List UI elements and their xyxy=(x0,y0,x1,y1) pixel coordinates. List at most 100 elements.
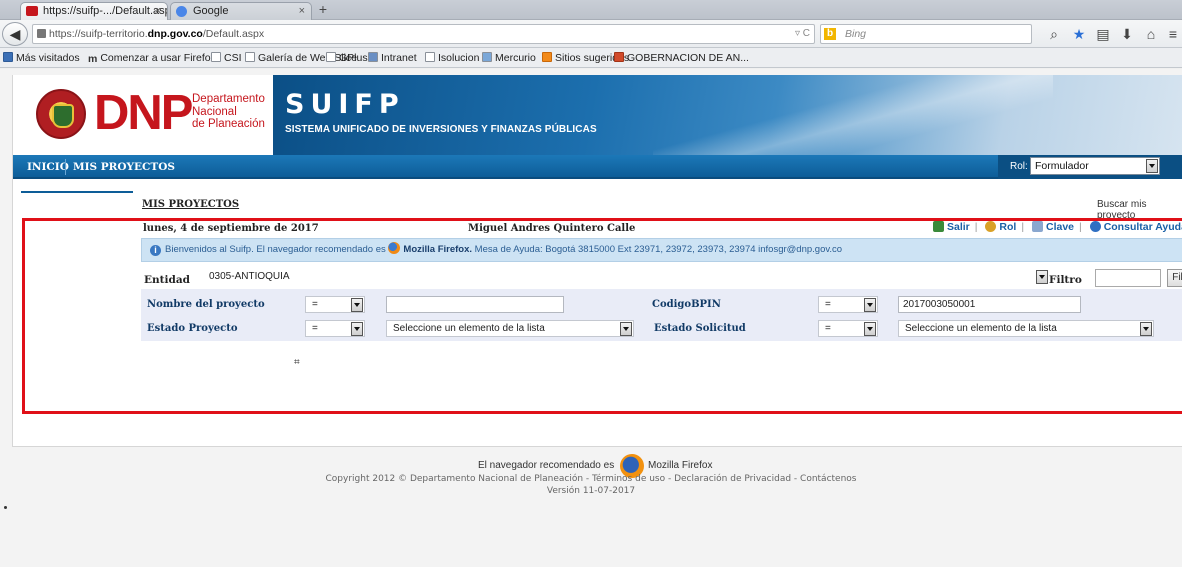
page-icon xyxy=(326,52,336,62)
bookmark-isolucion[interactable]: Isolucion xyxy=(425,48,479,67)
chevron-down-icon[interactable] xyxy=(351,298,363,312)
user-role-icon xyxy=(985,221,997,232)
download-icon[interactable]: ⬇ xyxy=(1118,25,1136,43)
clave-link[interactable]: Clave xyxy=(1046,221,1074,233)
user-name: Miguel Andres Quintero Calle xyxy=(468,223,636,234)
back-button[interactable]: ◀ xyxy=(2,22,28,46)
chevron-down-icon[interactable] xyxy=(864,322,876,336)
bing-icon: b xyxy=(824,28,836,40)
chevron-down-icon[interactable] xyxy=(1036,270,1048,284)
copyright-text[interactable]: Copyright 2012 © Departamento Nacional d… xyxy=(0,474,1182,484)
notice-prefix: Bienvenidos al Suifp. El navegador recom… xyxy=(165,244,386,255)
colombia-seal-icon xyxy=(36,89,86,139)
exit-icon xyxy=(933,221,944,232)
filtrar-button[interactable]: Filtrar xyxy=(1167,269,1182,287)
tab-title: Google xyxy=(193,5,229,17)
nombre-proyecto-label: Nombre del proyecto xyxy=(147,299,265,310)
tab-close-icon[interactable]: × xyxy=(155,3,161,19)
dnp-logo-subtitle: Departamento Nacional de Planeación xyxy=(192,93,265,130)
tab-close-icon[interactable]: × xyxy=(299,3,305,19)
google-favicon-icon xyxy=(176,6,187,17)
app-header: DNP Departamento Nacional de Planeación … xyxy=(13,75,1182,155)
estado-solicitud-label: Estado Solicitud xyxy=(654,323,746,334)
chevron-down-icon[interactable] xyxy=(351,322,363,336)
new-tab-button[interactable]: + xyxy=(313,1,333,19)
mercurio-icon xyxy=(482,52,492,62)
filtro-input[interactable] xyxy=(1095,269,1161,287)
salir-link[interactable]: Salir xyxy=(947,221,970,233)
help-icon xyxy=(1089,221,1101,232)
codigo-operator-select[interactable]: = xyxy=(818,296,878,313)
chevron-down-icon[interactable] xyxy=(1146,159,1158,173)
dnp-favicon-icon xyxy=(26,6,38,16)
bookmarks-icon xyxy=(3,52,13,62)
nombre-operator-select[interactable]: = xyxy=(305,296,365,313)
menu-mis-proyectos[interactable]: MIS PROYECTOS xyxy=(73,155,175,179)
rol-link[interactable]: Rol xyxy=(999,221,1016,233)
app-title: SUIFP xyxy=(285,89,405,120)
chevron-down-icon[interactable] xyxy=(864,298,876,312)
rol-select[interactable]: Formulador xyxy=(1030,157,1160,175)
url-suffix: /Default.aspx xyxy=(202,28,265,40)
bookmark-gobernacion[interactable]: GOBERNACION DE AN... xyxy=(614,48,749,67)
tab-suifp[interactable]: https://suifp-.../Default.aspx × xyxy=(20,2,168,20)
solicitud-operator-select[interactable]: = xyxy=(818,320,878,337)
bookmark-comenzar[interactable]: m Comenzar a usar Firefox xyxy=(88,48,216,67)
magnifier-icon[interactable]: ⌕ xyxy=(1045,25,1063,43)
rol-label: Rol: xyxy=(1010,161,1028,172)
suifp-banner: SUIFP SISTEMA UNIFICADO DE INVERSIONES Y… xyxy=(273,75,1182,155)
estado-proyecto-select[interactable]: Seleccione un elemento de la lista xyxy=(386,320,634,337)
version-text: Versión 11-07-2017 xyxy=(546,486,636,496)
binoculars-icon[interactable]: ⌗ xyxy=(294,357,306,368)
tab-google[interactable]: Google × xyxy=(170,2,312,20)
notice-browser: Mozilla Firefox. xyxy=(403,244,473,255)
menu-inicio[interactable]: INICIO xyxy=(27,155,69,179)
codigo-bpin-label: CodigoBPIN xyxy=(652,299,721,310)
dnp-logo: DNP Departamento Nacional de Planeación xyxy=(30,86,280,147)
codigo-bpin-input[interactable]: 2017003050001 xyxy=(898,296,1081,313)
tab-title: https://suifp-.../Default.aspx xyxy=(43,5,168,17)
bookmark-gplus[interactable]: GPlus xyxy=(326,48,368,67)
chevron-down-icon[interactable] xyxy=(1140,322,1152,336)
footer-browser-name: Mozilla Firefox xyxy=(648,460,713,471)
url-bar[interactable]: https://suifp-territorio.dnp.gov.co/Defa… xyxy=(32,24,815,44)
buscar-mis-proyectos-link[interactable]: Buscar mis proyecto xyxy=(1097,199,1182,221)
bookmark-intranet[interactable]: Intranet xyxy=(368,48,417,67)
page-icon xyxy=(245,52,255,62)
bookmark-star-icon[interactable]: ★ xyxy=(1070,25,1088,43)
firefox-m-icon: m xyxy=(88,53,98,65)
bookmark-mas-visitados[interactable]: Más visitados xyxy=(3,48,80,67)
url-domain: dnp.gov.co xyxy=(147,28,203,40)
app-container: DNP Departamento Nacional de Planeación … xyxy=(12,75,1182,447)
estado-operator-select[interactable]: = xyxy=(305,320,365,337)
browser-tab-bar: https://suifp-.../Default.aspx × Google … xyxy=(0,0,1182,20)
page-icon xyxy=(425,52,435,62)
search-panel: Nombre del proyecto = CodigoBPIN = 20170… xyxy=(141,289,1182,341)
lock-icon xyxy=(37,29,46,38)
left-nav-underline xyxy=(21,191,133,193)
page-icon xyxy=(211,52,221,62)
home-icon[interactable]: ⌂ xyxy=(1142,25,1160,43)
firefox-icon xyxy=(388,242,401,254)
main-menu: INICIO MIS PROYECTOS Rol: Formulador xyxy=(13,155,1182,179)
entidad-label: Entidad xyxy=(144,274,190,286)
entidad-select[interactable]: 0305-ANTIOQUIA xyxy=(203,269,1048,287)
estado-solicitud-select[interactable]: Seleccione un elemento de la lista xyxy=(898,320,1154,337)
bookmark-mercurio[interactable]: Mercurio xyxy=(482,48,536,67)
nombre-proyecto-input[interactable] xyxy=(386,296,564,313)
reload-icon[interactable]: ▿ C xyxy=(795,25,810,43)
user-links: Salir| Rol| Clave| Consultar Ayuda| xyxy=(933,221,1182,233)
stray-dot xyxy=(4,506,7,509)
page-content: DNP Departamento Nacional de Planeación … xyxy=(0,69,1182,567)
reading-list-icon[interactable]: ▤ xyxy=(1094,25,1112,43)
dnp-logo-text: DNP xyxy=(94,86,193,140)
menu-icon[interactable]: ≡ xyxy=(1164,25,1182,43)
chevron-down-icon[interactable] xyxy=(620,322,632,336)
search-bar[interactable]: b Bing xyxy=(820,24,1032,44)
bookmark-csi[interactable]: CSI xyxy=(211,48,242,67)
page-title: MIS PROYECTOS xyxy=(142,199,240,210)
navigation-bar: ◀ https://suifp-territorio.dnp.gov.co/De… xyxy=(0,20,1182,48)
search-engine-name: Bing xyxy=(845,28,867,40)
consultar-ayuda-link[interactable]: Consultar Ayuda xyxy=(1104,221,1182,233)
sitios-icon xyxy=(542,52,552,62)
